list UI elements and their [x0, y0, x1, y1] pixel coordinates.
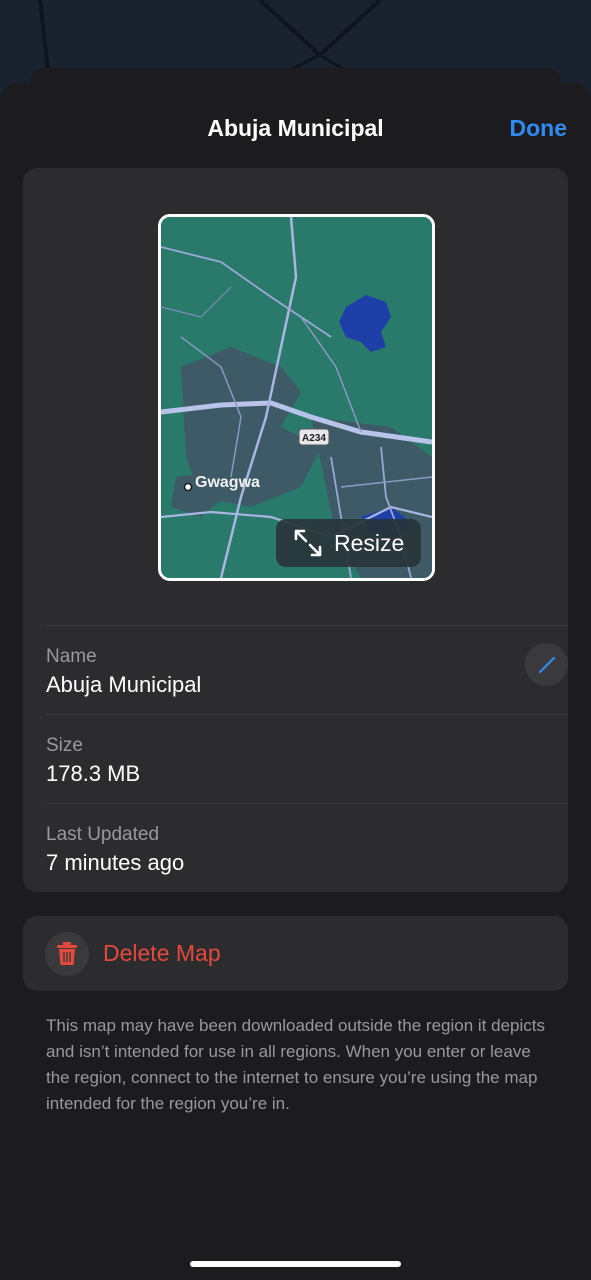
map-preview[interactable]: A234 Gwagwa Resize	[158, 214, 435, 581]
size-value: 178.3 MB	[46, 761, 141, 786]
map-info-card: A234 Gwagwa Resize Name Abuja Municipal …	[23, 168, 568, 892]
resize-label: Resize	[334, 529, 405, 556]
name-value: Abuja Municipal	[46, 672, 202, 697]
done-button[interactable]: Done	[510, 113, 568, 143]
edit-name-button[interactable]	[525, 643, 568, 686]
last-updated-row: Last Updated 7 minutes ago	[46, 803, 568, 892]
home-indicator[interactable]	[190, 1261, 401, 1267]
pencil-icon	[538, 656, 555, 673]
page-title: Abuja Municipal	[207, 115, 384, 141]
size-label: Size	[46, 735, 83, 756]
last-updated-label: Last Updated	[46, 824, 160, 845]
trash-icon	[57, 942, 77, 965]
resize-arrows-icon	[294, 529, 322, 557]
resize-button[interactable]: Resize	[276, 519, 421, 567]
delete-map-button[interactable]: Delete Map	[23, 916, 568, 991]
name-row: Name Abuja Municipal	[46, 625, 568, 715]
road-shield-label: A234	[302, 433, 326, 444]
place-label: Gwagwa	[195, 474, 260, 491]
trash-icon-circle	[45, 932, 89, 976]
size-row: Size 178.3 MB	[46, 714, 568, 804]
region-footnote: This map may have been downloaded outsid…	[46, 1016, 545, 1113]
name-label: Name	[46, 646, 97, 667]
last-updated-value: 7 minutes ago	[46, 850, 185, 875]
delete-map-label: Delete Map	[103, 940, 221, 966]
place-marker	[183, 482, 193, 492]
